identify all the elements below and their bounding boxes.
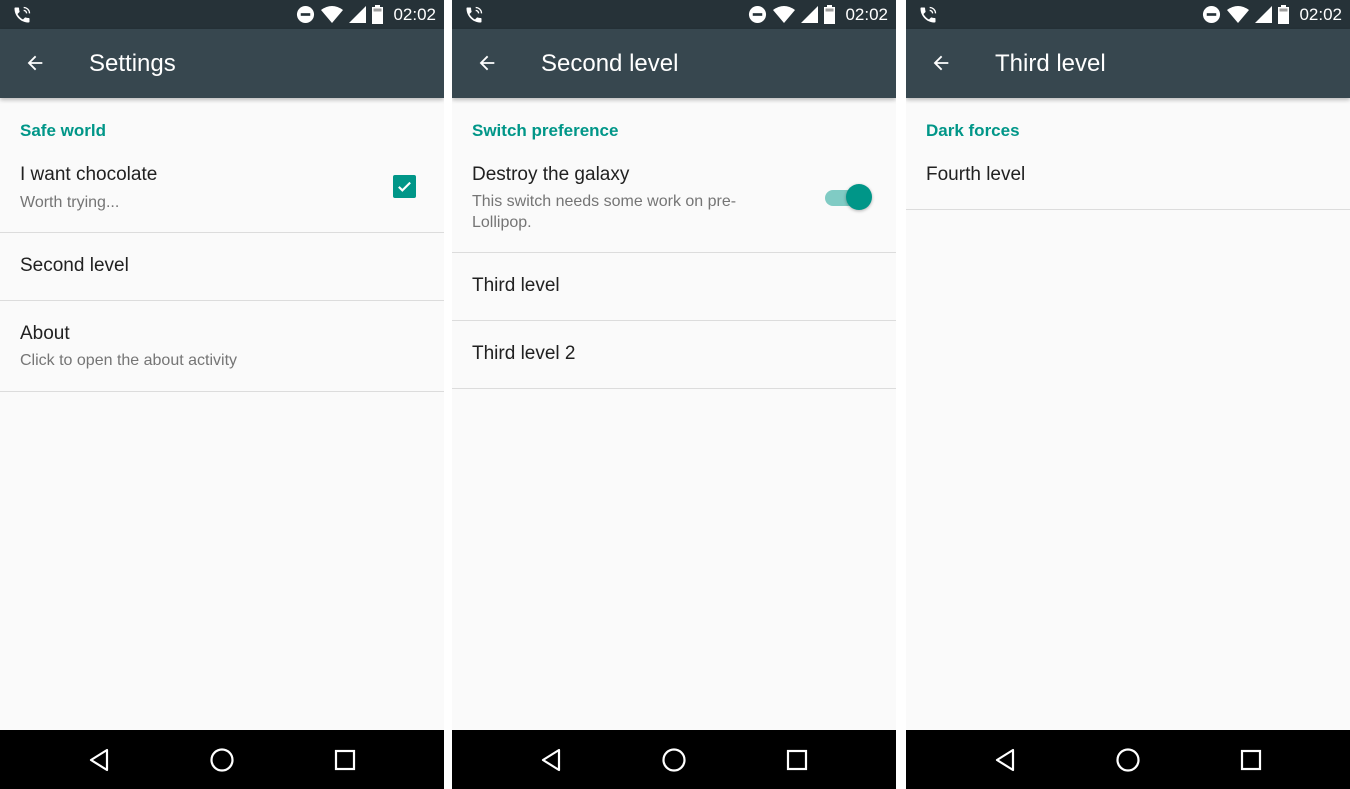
pref-summary: Click to open the about activity: [20, 352, 238, 369]
status-time: 02:02: [1299, 4, 1342, 24]
pref-title: Third level: [472, 275, 560, 296]
triangle-back-icon: [89, 748, 109, 772]
pref-title: About: [20, 323, 70, 344]
cell-signal-icon: [349, 6, 367, 23]
battery-icon: [372, 5, 384, 24]
back-button[interactable]: [922, 44, 960, 82]
nav-back-button[interactable]: [536, 745, 566, 775]
triangle-back-icon: [541, 748, 561, 772]
checkmark-icon: [398, 181, 411, 192]
battery-icon: [824, 5, 836, 24]
status-bar: 02:02: [906, 0, 1350, 29]
pref-title: Third level 2: [472, 343, 576, 364]
toolbar: Settings: [0, 29, 444, 98]
circle-home-icon: [662, 748, 686, 772]
category-header: Safe world: [20, 121, 106, 140]
battery-icon: [1278, 5, 1290, 24]
circle-home-icon: [1116, 748, 1140, 772]
wifi-icon: [773, 5, 796, 23]
pref-fourth-level[interactable]: Fourth level: [906, 142, 1350, 210]
pref-summary: This switch needs some work on pre-Lolli…: [472, 193, 737, 231]
category-header: Dark forces: [926, 121, 1020, 140]
pref-third-level-2[interactable]: Third level 2: [452, 321, 896, 389]
square-recents-icon: [786, 749, 808, 771]
third-level-screen: 02:02 Third level Dark forces Fourth lev…: [906, 0, 1350, 789]
nav-back-button[interactable]: [84, 745, 114, 775]
circle-home-icon: [210, 748, 234, 772]
preference-list: Switch preference Destroy the galaxy Thi…: [452, 98, 896, 389]
navigation-bar: [0, 730, 444, 789]
arrow-back-icon: [27, 55, 43, 71]
do-not-disturb-icon: [1203, 5, 1221, 24]
second-level-screen: 02:02 Second level Switch preference Des…: [452, 0, 896, 789]
pref-title: Fourth level: [926, 164, 1026, 185]
status-bar: 02:02: [452, 0, 896, 29]
switch-thumb: [846, 184, 872, 210]
status-bar: 02:02: [0, 0, 444, 29]
arrow-back-icon: [479, 55, 495, 71]
cell-signal-icon: [801, 6, 819, 23]
phone-call-icon: [14, 6, 31, 23]
arrow-back-icon: [933, 55, 949, 71]
pref-title: I want chocolate: [20, 164, 158, 185]
nav-recents-button[interactable]: [1236, 745, 1266, 775]
phone-call-icon: [466, 6, 483, 23]
navigation-bar: [906, 730, 1350, 789]
galaxy-switch[interactable]: [824, 184, 872, 212]
nav-recents-button[interactable]: [330, 745, 360, 775]
back-button[interactable]: [16, 44, 54, 82]
pref-chocolate[interactable]: I want chocolate Worth trying...: [0, 142, 444, 233]
phone-call-icon: [920, 6, 937, 23]
nav-home-button[interactable]: [207, 745, 237, 775]
pref-summary: Worth trying...: [20, 194, 120, 211]
pref-second-level[interactable]: Second level: [0, 233, 444, 301]
chocolate-checkbox[interactable]: [393, 175, 416, 198]
preference-list: Safe world I want chocolate Worth trying…: [0, 98, 444, 392]
pref-about[interactable]: About Click to open the about activity: [0, 301, 444, 392]
preference-list: Dark forces Fourth level: [906, 98, 1350, 210]
nav-recents-button[interactable]: [782, 745, 812, 775]
navigation-bar: [452, 730, 896, 789]
page-title: Settings: [89, 50, 176, 77]
status-time: 02:02: [845, 4, 888, 24]
status-time: 02:02: [393, 4, 436, 24]
toolbar: Second level: [452, 29, 896, 98]
cell-signal-icon: [1255, 6, 1273, 23]
pref-title: Second level: [20, 255, 129, 276]
wifi-icon: [1227, 5, 1250, 23]
page-title: Second level: [541, 50, 679, 77]
nav-home-button[interactable]: [659, 745, 689, 775]
page-title: Third level: [995, 50, 1106, 77]
triangle-back-icon: [995, 748, 1015, 772]
pref-title: Destroy the galaxy: [472, 164, 630, 185]
wifi-icon: [321, 5, 344, 23]
pref-destroy-galaxy[interactable]: Destroy the galaxy This switch needs som…: [452, 142, 896, 253]
nav-home-button[interactable]: [1113, 745, 1143, 775]
back-button[interactable]: [468, 44, 506, 82]
nav-back-button[interactable]: [990, 745, 1020, 775]
square-recents-icon: [1240, 749, 1262, 771]
settings-screen: 02:02 Settings Safe world I want chocola…: [0, 0, 444, 789]
square-recents-icon: [334, 749, 356, 771]
pref-third-level[interactable]: Third level: [452, 253, 896, 321]
do-not-disturb-icon: [297, 5, 315, 24]
category-header: Switch preference: [472, 121, 619, 140]
toolbar: Third level: [906, 29, 1350, 98]
do-not-disturb-icon: [749, 5, 767, 24]
